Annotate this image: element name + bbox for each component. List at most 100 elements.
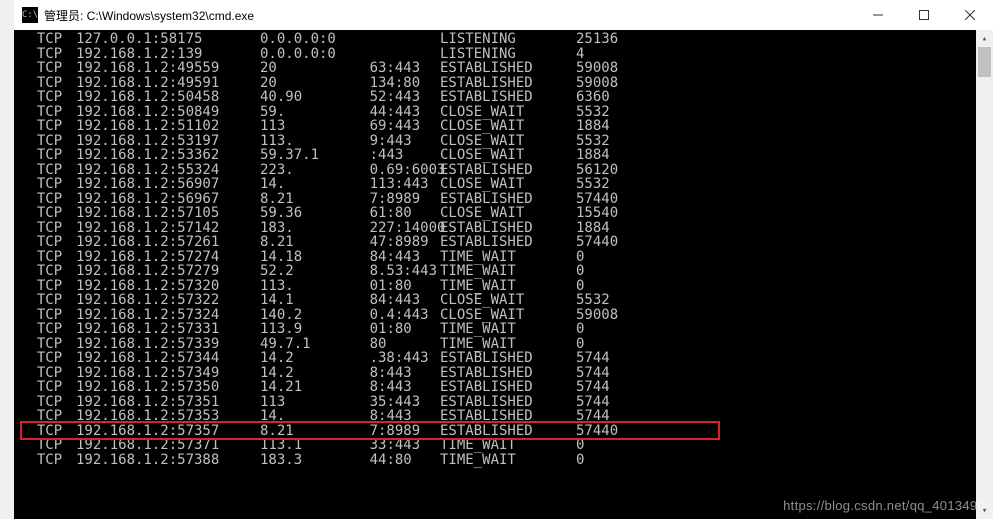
- cell-proto: TCP: [20, 47, 76, 62]
- cell-foreign-address: 59.37.1 :443: [260, 148, 440, 163]
- cell-local-address: 192.168.1.2:57339: [76, 337, 260, 352]
- cell-local-address: 192.168.1.2:57320: [76, 279, 260, 294]
- cell-proto: TCP: [20, 148, 76, 163]
- cell-pid: 59008: [576, 76, 618, 91]
- cell-local-address: 192.168.1.2:50849: [76, 105, 260, 120]
- cell-local-address: 192.168.1.2:56967: [76, 192, 260, 207]
- cell-state: CLOSE_WAIT: [440, 105, 576, 120]
- titlebar[interactable]: C:\ 管理员: C:\Windows\system32\cmd.exe: [14, 0, 993, 30]
- redacted-mask: [294, 366, 370, 381]
- cell-local-address: 192.168.1.2:57349: [76, 366, 260, 381]
- cell-foreign-address: 8.21 7:8989: [260, 424, 440, 439]
- cell-foreign-address: 14.21 8:443: [260, 380, 440, 395]
- cell-local-address: 192.168.1.2:56907: [76, 177, 260, 192]
- cell-local-address: 192.168.1.2:57279: [76, 264, 260, 279]
- redacted-mask: [294, 424, 370, 439]
- cell-state: TIME_WAIT: [440, 264, 576, 279]
- cell-state: ESTABLISHED: [440, 76, 576, 91]
- cell-pid: 5744: [576, 395, 610, 410]
- cell-local-address: 192.168.1.2:139: [76, 47, 260, 62]
- cell-state: ESTABLISHED: [440, 409, 576, 424]
- cell-proto: TCP: [20, 453, 76, 468]
- netstat-row: TCP192.168.1.2:57357 8.21 7:8989 ESTABLI…: [20, 424, 993, 439]
- cell-foreign-address: 183. 227:14000: [260, 221, 440, 236]
- minimize-button[interactable]: [855, 0, 901, 30]
- cell-foreign-address: 14.2 .38:443: [260, 351, 440, 366]
- redacted-mask: [294, 163, 370, 178]
- netstat-row: TCP192.168.1.2:57324 140.2 0.4:443 CLOSE…: [20, 308, 993, 323]
- cell-foreign-address: 59. 44:443: [260, 105, 440, 120]
- cell-foreign-address: 8.21 7:8989: [260, 192, 440, 207]
- cell-proto: TCP: [20, 61, 76, 76]
- cell-pid: 56120: [576, 163, 618, 178]
- cell-proto: TCP: [20, 293, 76, 308]
- foreign-prefix: 183.3: [260, 452, 302, 468]
- cell-pid: 5532: [576, 293, 610, 308]
- cell-local-address: 127.0.0.1:58175: [76, 32, 260, 47]
- redacted-mask: [302, 90, 369, 105]
- watermark-text: https://blog.csdn.net/qq_4013490: [783, 498, 985, 513]
- cell-proto: TCP: [20, 380, 76, 395]
- cell-state: LISTENING: [440, 32, 576, 47]
- cell-state: CLOSE_WAIT: [440, 308, 576, 323]
- scroll-thumb[interactable]: [978, 47, 991, 77]
- close-button[interactable]: [947, 0, 993, 30]
- redacted-mask: [294, 264, 370, 279]
- cell-pid: 57440: [576, 424, 618, 439]
- redacted-mask: [294, 134, 370, 149]
- cell-pid: 5532: [576, 105, 610, 120]
- netstat-row: TCP192.168.1.2:50458 40.90 52:443 ESTABL…: [20, 90, 993, 105]
- cell-local-address: 192.168.1.2:53362: [76, 148, 260, 163]
- cell-state: ESTABLISHED: [440, 163, 576, 178]
- cell-state: ESTABLISHED: [440, 192, 576, 207]
- cell-state: CLOSE_WAIT: [440, 293, 576, 308]
- cell-local-address: 192.168.1.2:49559: [76, 61, 260, 76]
- scroll-track[interactable]: [976, 47, 993, 502]
- cell-pid: 0: [576, 250, 584, 265]
- cell-state: ESTABLISHED: [440, 366, 576, 381]
- maximize-icon: [919, 10, 929, 20]
- cell-local-address: 192.168.1.2:57371: [76, 438, 260, 453]
- cell-state: CLOSE_WAIT: [440, 119, 576, 134]
- cell-foreign-address: 14.1 84:443: [260, 293, 440, 308]
- cell-local-address: 192.168.1.2:57142: [76, 221, 260, 236]
- window-controls: [855, 0, 993, 30]
- cmd-window: C:\ 管理员: C:\Windows\system32\cmd.exe TCP…: [14, 0, 993, 519]
- cell-state: TIME_WAIT: [440, 337, 576, 352]
- console-output[interactable]: TCP127.0.0.1:58175 0.0.0.0:0 LISTENING 2…: [14, 30, 993, 519]
- netstat-row: TCP192.168.1.2:57261 8.21 47:8989 ESTABL…: [20, 235, 993, 250]
- maximize-button[interactable]: [901, 0, 947, 30]
- cell-proto: TCP: [20, 76, 76, 91]
- netstat-row: TCP192.168.1.2:57320 113. 01:80 TIME_WAI…: [20, 279, 993, 294]
- cell-local-address: 192.168.1.2:57274: [76, 250, 260, 265]
- cell-foreign-address: 223. 0.69:6003: [260, 163, 440, 178]
- cell-pid: 5532: [576, 134, 610, 149]
- netstat-row: TCP192.168.1.2:57353 14. 8:443 ESTABLISH…: [20, 409, 993, 424]
- cell-proto: TCP: [20, 308, 76, 323]
- cell-local-address: 192.168.1.2:57324: [76, 308, 260, 323]
- cell-pid: 6360: [576, 90, 610, 105]
- cell-state: CLOSE_WAIT: [440, 148, 576, 163]
- cell-state: ESTABLISHED: [440, 221, 576, 236]
- cell-pid: 0: [576, 279, 584, 294]
- cell-local-address: 192.168.1.2:57105: [76, 206, 260, 221]
- redacted-mask: [294, 221, 370, 236]
- cell-state: TIME_WAIT: [440, 279, 576, 294]
- cell-pid: 1884: [576, 119, 610, 134]
- netstat-row: TCP192.168.1.2:139 0.0.0.0:0 LISTENING 4: [20, 47, 993, 62]
- cell-pid: 57440: [576, 192, 618, 207]
- cell-proto: TCP: [20, 163, 76, 178]
- cell-state: TIME_WAIT: [440, 322, 576, 337]
- redacted-mask: [302, 322, 369, 337]
- cell-proto: TCP: [20, 337, 76, 352]
- cell-pid: 0: [576, 453, 584, 468]
- cell-foreign-address: 113. 01:80: [260, 279, 440, 294]
- cell-pid: 5744: [576, 351, 610, 366]
- cell-proto: TCP: [20, 351, 76, 366]
- cell-foreign-address: 113 35:443: [260, 395, 440, 410]
- vertical-scrollbar[interactable]: ▴ ▾: [976, 30, 993, 519]
- redacted-mask: [302, 380, 369, 395]
- foreign-suffix: 44:80: [370, 452, 446, 468]
- cell-state: ESTABLISHED: [440, 380, 576, 395]
- scroll-up-button[interactable]: ▴: [976, 30, 993, 47]
